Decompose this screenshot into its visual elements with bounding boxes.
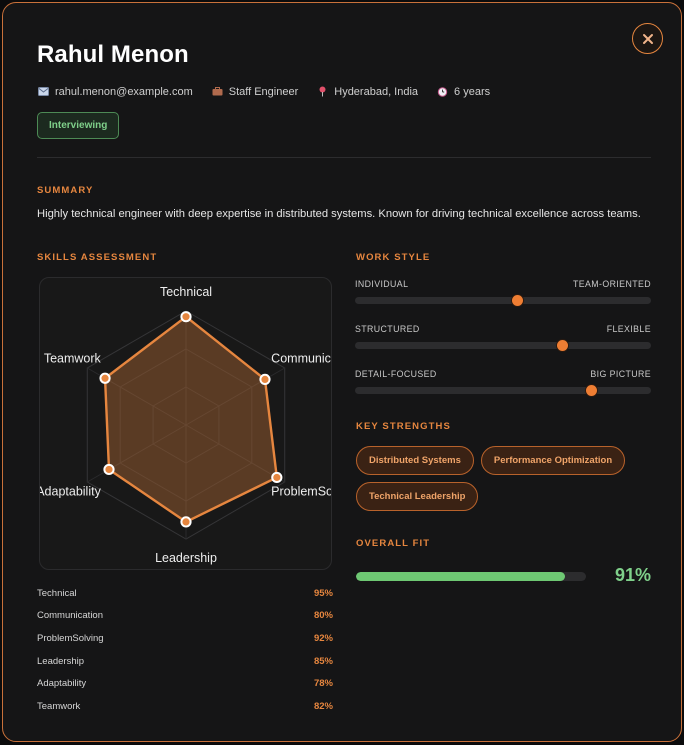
briefcase-icon bbox=[211, 86, 224, 98]
radar-data-point bbox=[271, 471, 283, 484]
skill-row: Leadership 85% bbox=[37, 650, 333, 673]
skill-name: Communication bbox=[37, 610, 103, 622]
clock-icon bbox=[436, 86, 449, 99]
overall-fit-heading: OVERALL FIT bbox=[356, 538, 431, 549]
email-meta: rahul.menon@example.com bbox=[37, 86, 193, 98]
candidate-name: Rahul Menon bbox=[37, 41, 189, 68]
radar-data-area bbox=[103, 315, 279, 524]
skill-row: Teamwork 82% bbox=[37, 695, 333, 718]
strength-chip[interactable]: Performance Optimization bbox=[480, 446, 626, 475]
header-divider bbox=[37, 157, 651, 158]
candidate-modal: Rahul Menon rahul.menon@example.com Staf… bbox=[2, 2, 682, 742]
overall-fit-bar bbox=[356, 572, 586, 581]
summary-heading: SUMMARY bbox=[37, 185, 94, 196]
work-style-row-structure: STRUCTURED FLEXIBLE bbox=[355, 324, 651, 352]
skill-value: 95% bbox=[313, 587, 333, 599]
work-style-row-collaboration: INDIVIDUAL TEAM-ORIENTED bbox=[355, 279, 651, 307]
ws-right-label: TEAM-ORIENTED bbox=[572, 279, 651, 289]
skill-row: Technical 95% bbox=[37, 582, 333, 605]
title-meta: Staff Engineer bbox=[211, 86, 299, 98]
experience-text: 6 years bbox=[454, 86, 491, 98]
experience-meta: 6 years bbox=[436, 86, 490, 99]
radar-axis-label: Adaptability bbox=[40, 485, 102, 499]
radar-axis-label: Communicatic bbox=[271, 352, 332, 366]
radar-data-point bbox=[180, 516, 192, 528]
skill-value: 80% bbox=[313, 610, 333, 622]
strength-chip[interactable]: Technical Leadership bbox=[356, 482, 479, 511]
email-text: rahul.menon@example.com bbox=[55, 86, 193, 98]
skill-value: 82% bbox=[313, 700, 333, 712]
skill-row: Adaptability 78% bbox=[37, 672, 333, 695]
ws-left-label: INDIVIDUAL bbox=[355, 279, 409, 289]
close-button[interactable] bbox=[632, 23, 663, 54]
overall-fit-value: 91% bbox=[614, 565, 651, 585]
radar-axis-label: Technical bbox=[160, 285, 212, 299]
ws-left-label: DETAIL-FOCUSED bbox=[355, 369, 437, 379]
ws-slider-track[interactable] bbox=[355, 294, 651, 307]
skill-value: 85% bbox=[313, 655, 333, 667]
radar-data-point bbox=[259, 373, 271, 386]
skill-name: Leadership bbox=[37, 655, 85, 667]
radar-axis-label: Leadership bbox=[155, 551, 217, 565]
work-style-heading: WORK STYLE bbox=[356, 252, 431, 263]
status-badge: Interviewing bbox=[37, 112, 120, 139]
strengths-list: Distributed Systems Performance Optimiza… bbox=[356, 446, 656, 518]
skill-value: 92% bbox=[313, 632, 333, 644]
radar-axis-label: Teamwork bbox=[44, 352, 102, 366]
radar-data-point bbox=[99, 372, 111, 384]
skill-row: ProblemSolving 92% bbox=[37, 627, 333, 650]
skill-row: Communication 80% bbox=[37, 605, 333, 628]
skill-name: Adaptability bbox=[37, 678, 87, 690]
overall-fit-fill bbox=[356, 572, 566, 581]
ws-slider-track[interactable] bbox=[355, 384, 651, 397]
location-meta: Hyderabad, India bbox=[316, 86, 418, 99]
radar-data-point bbox=[180, 311, 192, 323]
close-icon bbox=[642, 33, 653, 44]
radar-axis-label: ProblemSolvir bbox=[271, 485, 332, 499]
skills-list: Technical 95% Communication 80% ProblemSol… bbox=[37, 582, 333, 718]
ws-slider-thumb[interactable] bbox=[585, 384, 599, 397]
strengths-heading: KEY STRENGTHS bbox=[356, 421, 451, 432]
skill-name: Teamwork bbox=[37, 700, 81, 712]
ws-right-label: BIG PICTURE bbox=[590, 369, 651, 379]
ws-slider-thumb[interactable] bbox=[555, 339, 569, 352]
skills-heading: SKILLS ASSESSMENT bbox=[37, 252, 158, 263]
ws-slider-thumb[interactable] bbox=[511, 294, 525, 307]
job-title-text: Staff Engineer bbox=[228, 86, 299, 98]
summary-text: Highly technical engineer with deep expe… bbox=[37, 208, 641, 220]
ws-right-label: FLEXIBLE bbox=[606, 324, 651, 334]
radar-data-point bbox=[103, 463, 115, 476]
skill-name: ProblemSolving bbox=[37, 632, 104, 644]
pin-icon bbox=[316, 86, 329, 99]
location-text: Hyderabad, India bbox=[334, 86, 419, 98]
skill-value: 78% bbox=[313, 678, 333, 690]
skill-name: Technical bbox=[37, 587, 77, 599]
ws-slider-track[interactable] bbox=[355, 339, 651, 352]
ws-left-label: STRUCTURED bbox=[355, 324, 420, 334]
radar-svg: Technical Communicatic ProblemSolvir Leader… bbox=[40, 285, 332, 565]
skills-radar-chart: Technical Communicatic ProblemSolvir Leader… bbox=[39, 277, 332, 570]
work-style-row-focus: DETAIL-FOCUSED BIG PICTURE bbox=[355, 369, 651, 397]
candidate-meta: rahul.menon@example.com Staff Engineer H… bbox=[37, 84, 508, 100]
strength-chip[interactable]: Distributed Systems bbox=[356, 446, 474, 475]
email-icon bbox=[37, 86, 50, 98]
